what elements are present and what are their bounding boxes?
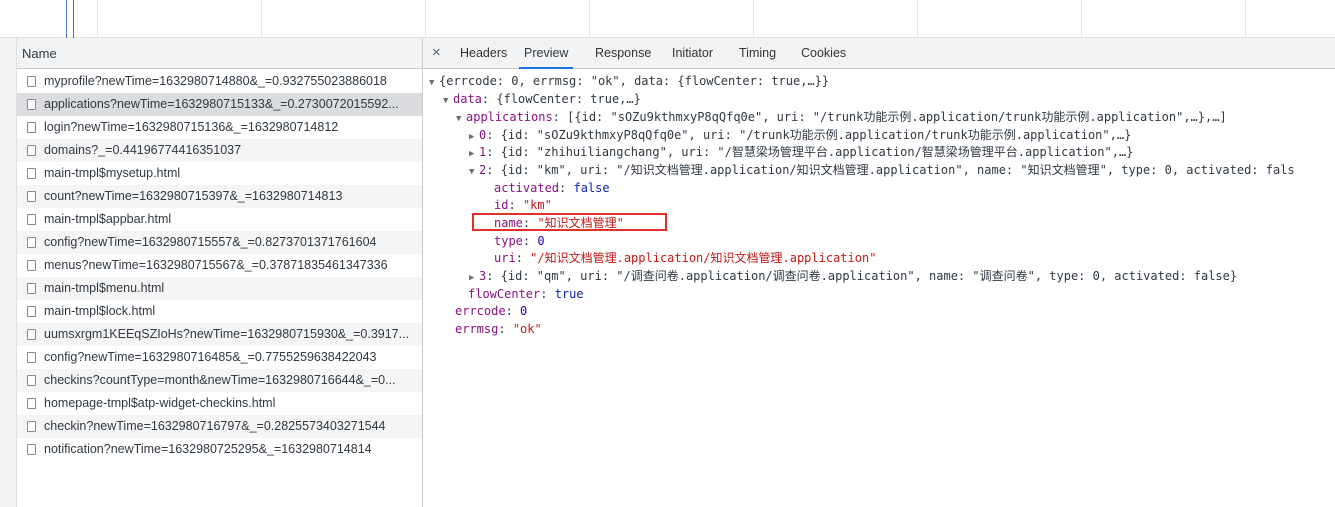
request-row[interactable]: checkins?countType=month&newTime=1632980… bbox=[17, 369, 422, 392]
file-icon bbox=[27, 306, 36, 317]
timeline-gridline bbox=[917, 0, 918, 38]
request-row[interactable]: config?newTime=1632980716485&_=0.7755259… bbox=[17, 346, 422, 369]
file-icon bbox=[27, 99, 36, 110]
file-icon bbox=[27, 168, 36, 179]
request-name: config?newTime=1632980716485&_=0.7755259… bbox=[44, 350, 377, 364]
json-item-3-line[interactable]: ▶ 3: {id: "qm", uri: "/调查问卷.application/调… bbox=[469, 268, 1237, 286]
request-row[interactable]: menus?newTime=1632980715567&_=0.37871835… bbox=[17, 254, 422, 277]
triangle-right-icon[interactable]: ▶ bbox=[469, 270, 479, 288]
request-name: main-tmpl$mysetup.html bbox=[44, 166, 181, 180]
request-name: menus?newTime=1632980715567&_=0.37871835… bbox=[44, 258, 388, 272]
json-item-2-line[interactable]: ▼ 2: {id: "km", uri: "/知识文档管理.application… bbox=[469, 162, 1295, 180]
request-row[interactable]: domains?_=0.44196774416351037 bbox=[17, 139, 422, 162]
file-icon bbox=[27, 237, 36, 248]
name-column-header[interactable]: Name bbox=[17, 38, 422, 69]
request-row[interactable]: applications?newTime=1632980715133&_=0.2… bbox=[17, 93, 422, 116]
request-name: main-tmpl$lock.html bbox=[44, 304, 156, 318]
request-row[interactable]: main-tmpl$mysetup.html bbox=[17, 162, 422, 185]
json-root-line[interactable]: ▼ {errcode: 0, errmsg: "ok", data: {flowC… bbox=[429, 73, 829, 91]
network-timeline[interactable] bbox=[0, 0, 1335, 38]
request-name: notification?newTime=1632980725295&_=163… bbox=[44, 442, 372, 456]
request-detail-panel: × Headers Preview Response Initiator Tim… bbox=[423, 38, 1335, 507]
request-name: main-tmpl$menu.html bbox=[44, 281, 165, 295]
request-name: main-tmpl$appbar.html bbox=[44, 212, 172, 226]
request-row[interactable]: homepage-tmpl$atp-widget-checkins.html bbox=[17, 392, 422, 415]
json-uri-line: uri: "/知识文档管理.application/知识文档管理.applica… bbox=[494, 251, 877, 265]
left-gutter bbox=[0, 38, 17, 507]
request-row[interactable]: main-tmpl$appbar.html bbox=[17, 208, 422, 231]
json-data-line[interactable]: ▼ data: {flowCenter: true,…} bbox=[443, 91, 641, 109]
file-icon bbox=[27, 191, 36, 202]
request-row[interactable]: count?newTime=1632980715397&_=1632980714… bbox=[17, 185, 422, 208]
timeline-gridline bbox=[1245, 0, 1246, 38]
request-row[interactable]: main-tmpl$menu.html bbox=[17, 277, 422, 300]
dom-content-loaded-marker bbox=[66, 0, 67, 38]
file-icon bbox=[27, 398, 36, 409]
file-icon bbox=[27, 214, 36, 225]
json-errcode-line: errcode: 0 bbox=[455, 304, 528, 318]
request-row[interactable]: login?newTime=1632980715136&_=1632980714… bbox=[17, 116, 422, 139]
json-activated-line: activated: false bbox=[494, 181, 610, 195]
request-name: count?newTime=1632980715397&_=1632980714… bbox=[44, 189, 343, 203]
file-icon bbox=[27, 283, 36, 294]
request-name: myprofile?newTime=1632980714880&_=0.9327… bbox=[44, 74, 387, 88]
timeline-gridline bbox=[425, 0, 426, 38]
request-name: domains?_=0.44196774416351037 bbox=[44, 143, 242, 157]
timeline-gridline bbox=[261, 0, 262, 38]
timeline-gridline bbox=[753, 0, 754, 38]
timeline-gridline bbox=[589, 0, 590, 38]
request-list-panel: Name myprofile?newTime=1632980714880&_=0… bbox=[17, 38, 423, 507]
json-applications-line[interactable]: ▼ applications: [{id: "sOZu9kthmxyP8qQfq0… bbox=[456, 109, 1227, 127]
file-icon bbox=[27, 329, 36, 340]
tab-response[interactable]: Response bbox=[595, 38, 651, 69]
json-errmsg-line: errmsg: "ok" bbox=[455, 322, 542, 336]
load-event-marker bbox=[73, 0, 74, 38]
request-row[interactable]: checkin?newTime=1632980716797&_=0.282557… bbox=[17, 415, 422, 438]
request-name: checkins?countType=month&newTime=1632980… bbox=[44, 373, 396, 387]
json-flowcenter-line: flowCenter: true bbox=[468, 287, 584, 301]
tab-cookies[interactable]: Cookies bbox=[801, 38, 846, 69]
request-name: uumsxrgm1KEEqSZIoHs?newTime=163298071593… bbox=[44, 327, 410, 341]
request-name: homepage-tmpl$atp-widget-checkins.html bbox=[44, 396, 276, 410]
triangle-down-icon[interactable]: ▼ bbox=[443, 93, 453, 111]
name-field-highlight-box bbox=[472, 213, 667, 231]
file-icon bbox=[27, 260, 36, 271]
file-icon bbox=[27, 421, 36, 432]
request-name: login?newTime=1632980715136&_=1632980714… bbox=[44, 120, 339, 134]
request-row[interactable]: uumsxrgm1KEEqSZIoHs?newTime=163298071593… bbox=[17, 323, 422, 346]
close-icon[interactable]: × bbox=[432, 43, 441, 63]
request-list: myprofile?newTime=1632980714880&_=0.9327… bbox=[17, 69, 422, 461]
json-id-line: id: "km" bbox=[494, 198, 552, 212]
request-row[interactable]: main-tmpl$lock.html bbox=[17, 300, 422, 323]
request-name: checkin?newTime=1632980716797&_=0.282557… bbox=[44, 419, 386, 433]
file-icon bbox=[27, 375, 36, 386]
timeline-gridline bbox=[97, 0, 98, 38]
tab-headers[interactable]: Headers bbox=[460, 38, 507, 69]
tab-timing[interactable]: Timing bbox=[739, 38, 776, 69]
request-row[interactable]: config?newTime=1632980715557&_=0.8273701… bbox=[17, 231, 422, 254]
tab-preview[interactable]: Preview bbox=[519, 38, 574, 69]
file-icon bbox=[27, 122, 36, 133]
json-item-0-line[interactable]: ▶ 0: {id: "sOZu9kthmxyP8qQfq0e", uri: "/t… bbox=[469, 127, 1131, 145]
file-icon bbox=[27, 352, 36, 363]
detail-tab-bar: × Headers Preview Response Initiator Tim… bbox=[423, 38, 1335, 69]
request-row[interactable]: notification?newTime=1632980725295&_=163… bbox=[17, 438, 422, 461]
request-name: applications?newTime=1632980715133&_=0.2… bbox=[44, 97, 399, 111]
file-icon bbox=[27, 444, 36, 455]
triangle-down-icon[interactable]: ▼ bbox=[456, 111, 466, 129]
request-row[interactable]: myprofile?newTime=1632980714880&_=0.9327… bbox=[17, 70, 422, 93]
json-item-1-line[interactable]: ▶ 1: {id: "zhihuiliangchang", uri: "/智慧梁场… bbox=[469, 144, 1133, 162]
request-name: config?newTime=1632980715557&_=0.8273701… bbox=[44, 235, 377, 249]
triangle-down-icon[interactable]: ▼ bbox=[429, 75, 439, 93]
triangle-right-icon[interactable]: ▶ bbox=[469, 146, 479, 164]
timeline-gridline bbox=[1081, 0, 1082, 38]
file-icon bbox=[27, 76, 36, 87]
tab-initiator[interactable]: Initiator bbox=[672, 38, 713, 69]
json-type-line: type: 0 bbox=[494, 234, 545, 248]
triangle-down-icon[interactable]: ▼ bbox=[469, 164, 479, 182]
file-icon bbox=[27, 145, 36, 156]
